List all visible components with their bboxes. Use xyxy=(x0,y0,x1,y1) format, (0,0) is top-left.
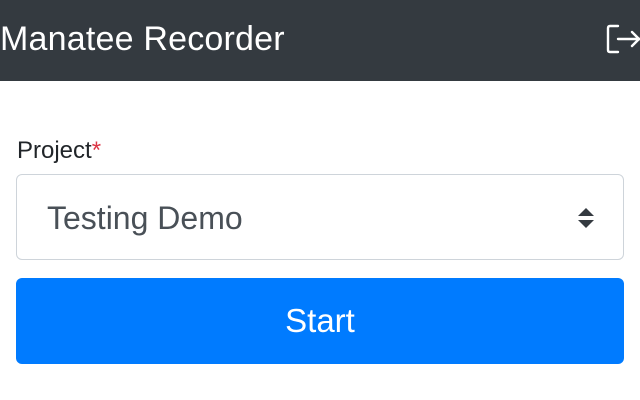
start-button[interactable]: Start xyxy=(16,278,624,364)
project-select[interactable]: Testing Demo xyxy=(16,174,624,260)
select-arrows-icon xyxy=(577,207,595,229)
app-header: Manatee Recorder xyxy=(0,0,640,81)
app-title: Manatee Recorder xyxy=(0,20,285,58)
project-select-value: Testing Demo xyxy=(47,200,243,236)
logout-icon xyxy=(606,24,640,54)
project-label-text: Project xyxy=(17,137,92,164)
logout-button[interactable] xyxy=(604,20,640,58)
project-label: Project* xyxy=(17,136,101,166)
required-marker: * xyxy=(91,137,102,164)
